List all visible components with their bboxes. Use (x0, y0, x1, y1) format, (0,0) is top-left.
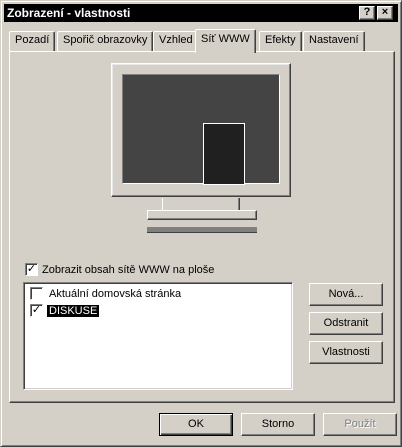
cancel-button[interactable]: Storno (241, 413, 315, 436)
tab-screensaver[interactable]: Spořič obrazovky (57, 31, 154, 51)
show-web-label: Zobrazit obsah sítě WWW na ploše (42, 263, 215, 276)
monitor-neck (162, 198, 240, 210)
list-item[interactable]: Aktuální domovská stránka (30, 287, 183, 303)
tab-effects[interactable]: Efekty (259, 31, 302, 51)
monitor-preview (111, 63, 291, 197)
tab-background[interactable]: Pozadí (9, 31, 56, 51)
monitor-base (147, 210, 257, 220)
ok-button[interactable]: OK (159, 413, 233, 436)
properties-button[interactable]: Vlastnosti (309, 341, 383, 364)
display-properties-window: Zobrazení - vlastnosti ? × Pozadí Spořič… (0, 0, 402, 447)
delete-button[interactable]: Odstranit (309, 312, 383, 335)
help-button[interactable]: ? (359, 6, 375, 20)
monitor-screen (122, 74, 280, 185)
new-button[interactable]: Nová... (309, 283, 383, 306)
show-web-content-option[interactable]: ✓ Zobrazit obsah sítě WWW na ploše (25, 263, 214, 276)
item-checkbox[interactable]: ✓ (30, 304, 43, 317)
list-item[interactable]: ✓ DISKUSE (30, 304, 100, 320)
title-bar[interactable]: Zobrazení - vlastnosti ? × (4, 4, 398, 22)
show-web-checkbox[interactable]: ✓ (25, 263, 38, 276)
tab-web[interactable]: Síť WWW (195, 29, 256, 53)
tab-settings[interactable]: Nastavení (303, 31, 365, 51)
web-items-list[interactable]: Aktuální domovská stránka ✓ DISKUSE (23, 282, 293, 390)
monitor-foot (147, 227, 257, 233)
item-checkbox[interactable] (30, 287, 43, 300)
close-button[interactable]: × (377, 6, 393, 20)
tab-appearance[interactable]: Vzhled (153, 31, 199, 51)
window-title: Zobrazení - vlastnosti (7, 6, 131, 20)
item-label: Aktuální domovská stránka (49, 287, 182, 300)
item-label: DISKUSE (47, 304, 100, 317)
desktop-item-preview (203, 123, 245, 185)
apply-button[interactable]: Použít (323, 413, 397, 436)
